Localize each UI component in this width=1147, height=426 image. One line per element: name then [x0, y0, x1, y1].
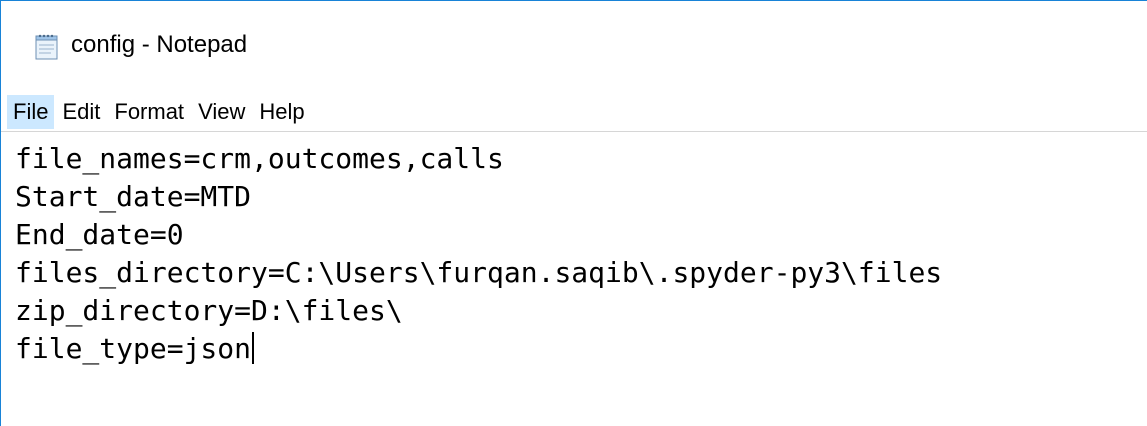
- text-line-content: file_names=crm,outcomes,calls: [15, 142, 504, 175]
- text-line: file_type=json: [15, 330, 1147, 368]
- text-line-content: End_date=0: [15, 218, 184, 251]
- text-line-content: files_directory=C:\Users\furqan.saqib\.s…: [15, 256, 943, 289]
- text-line-content: zip_directory=D:\files\: [15, 294, 403, 327]
- text-line: file_names=crm,outcomes,calls: [15, 140, 1147, 178]
- window-title: config - Notepad: [71, 31, 248, 58]
- text-line: zip_directory=D:\files\: [15, 292, 1147, 330]
- text-line: files_directory=C:\Users\furqan.saqib\.s…: [15, 254, 1147, 292]
- menu-help[interactable]: Help: [253, 95, 310, 129]
- text-line: Start_date=MTD: [15, 178, 1147, 216]
- text-line-content: Start_date=MTD: [15, 180, 252, 213]
- notepad-icon: [33, 33, 61, 61]
- menu-file[interactable]: File: [7, 95, 55, 129]
- menu-format[interactable]: Format: [108, 95, 190, 129]
- title-bar[interactable]: config - Notepad: [1, 1, 1147, 93]
- menu-view[interactable]: View: [192, 95, 251, 129]
- text-line-content: file_type=json: [15, 332, 252, 365]
- text-caret: [252, 332, 255, 364]
- text-line: End_date=0: [15, 216, 1147, 254]
- text-editor-area[interactable]: file_names=crm,outcomes,calls Start_date…: [1, 131, 1147, 426]
- notepad-window: config - Notepad File Edit Format View H…: [0, 0, 1147, 426]
- menu-bar: File Edit Format View Help: [1, 93, 1147, 131]
- menu-edit[interactable]: Edit: [56, 95, 106, 129]
